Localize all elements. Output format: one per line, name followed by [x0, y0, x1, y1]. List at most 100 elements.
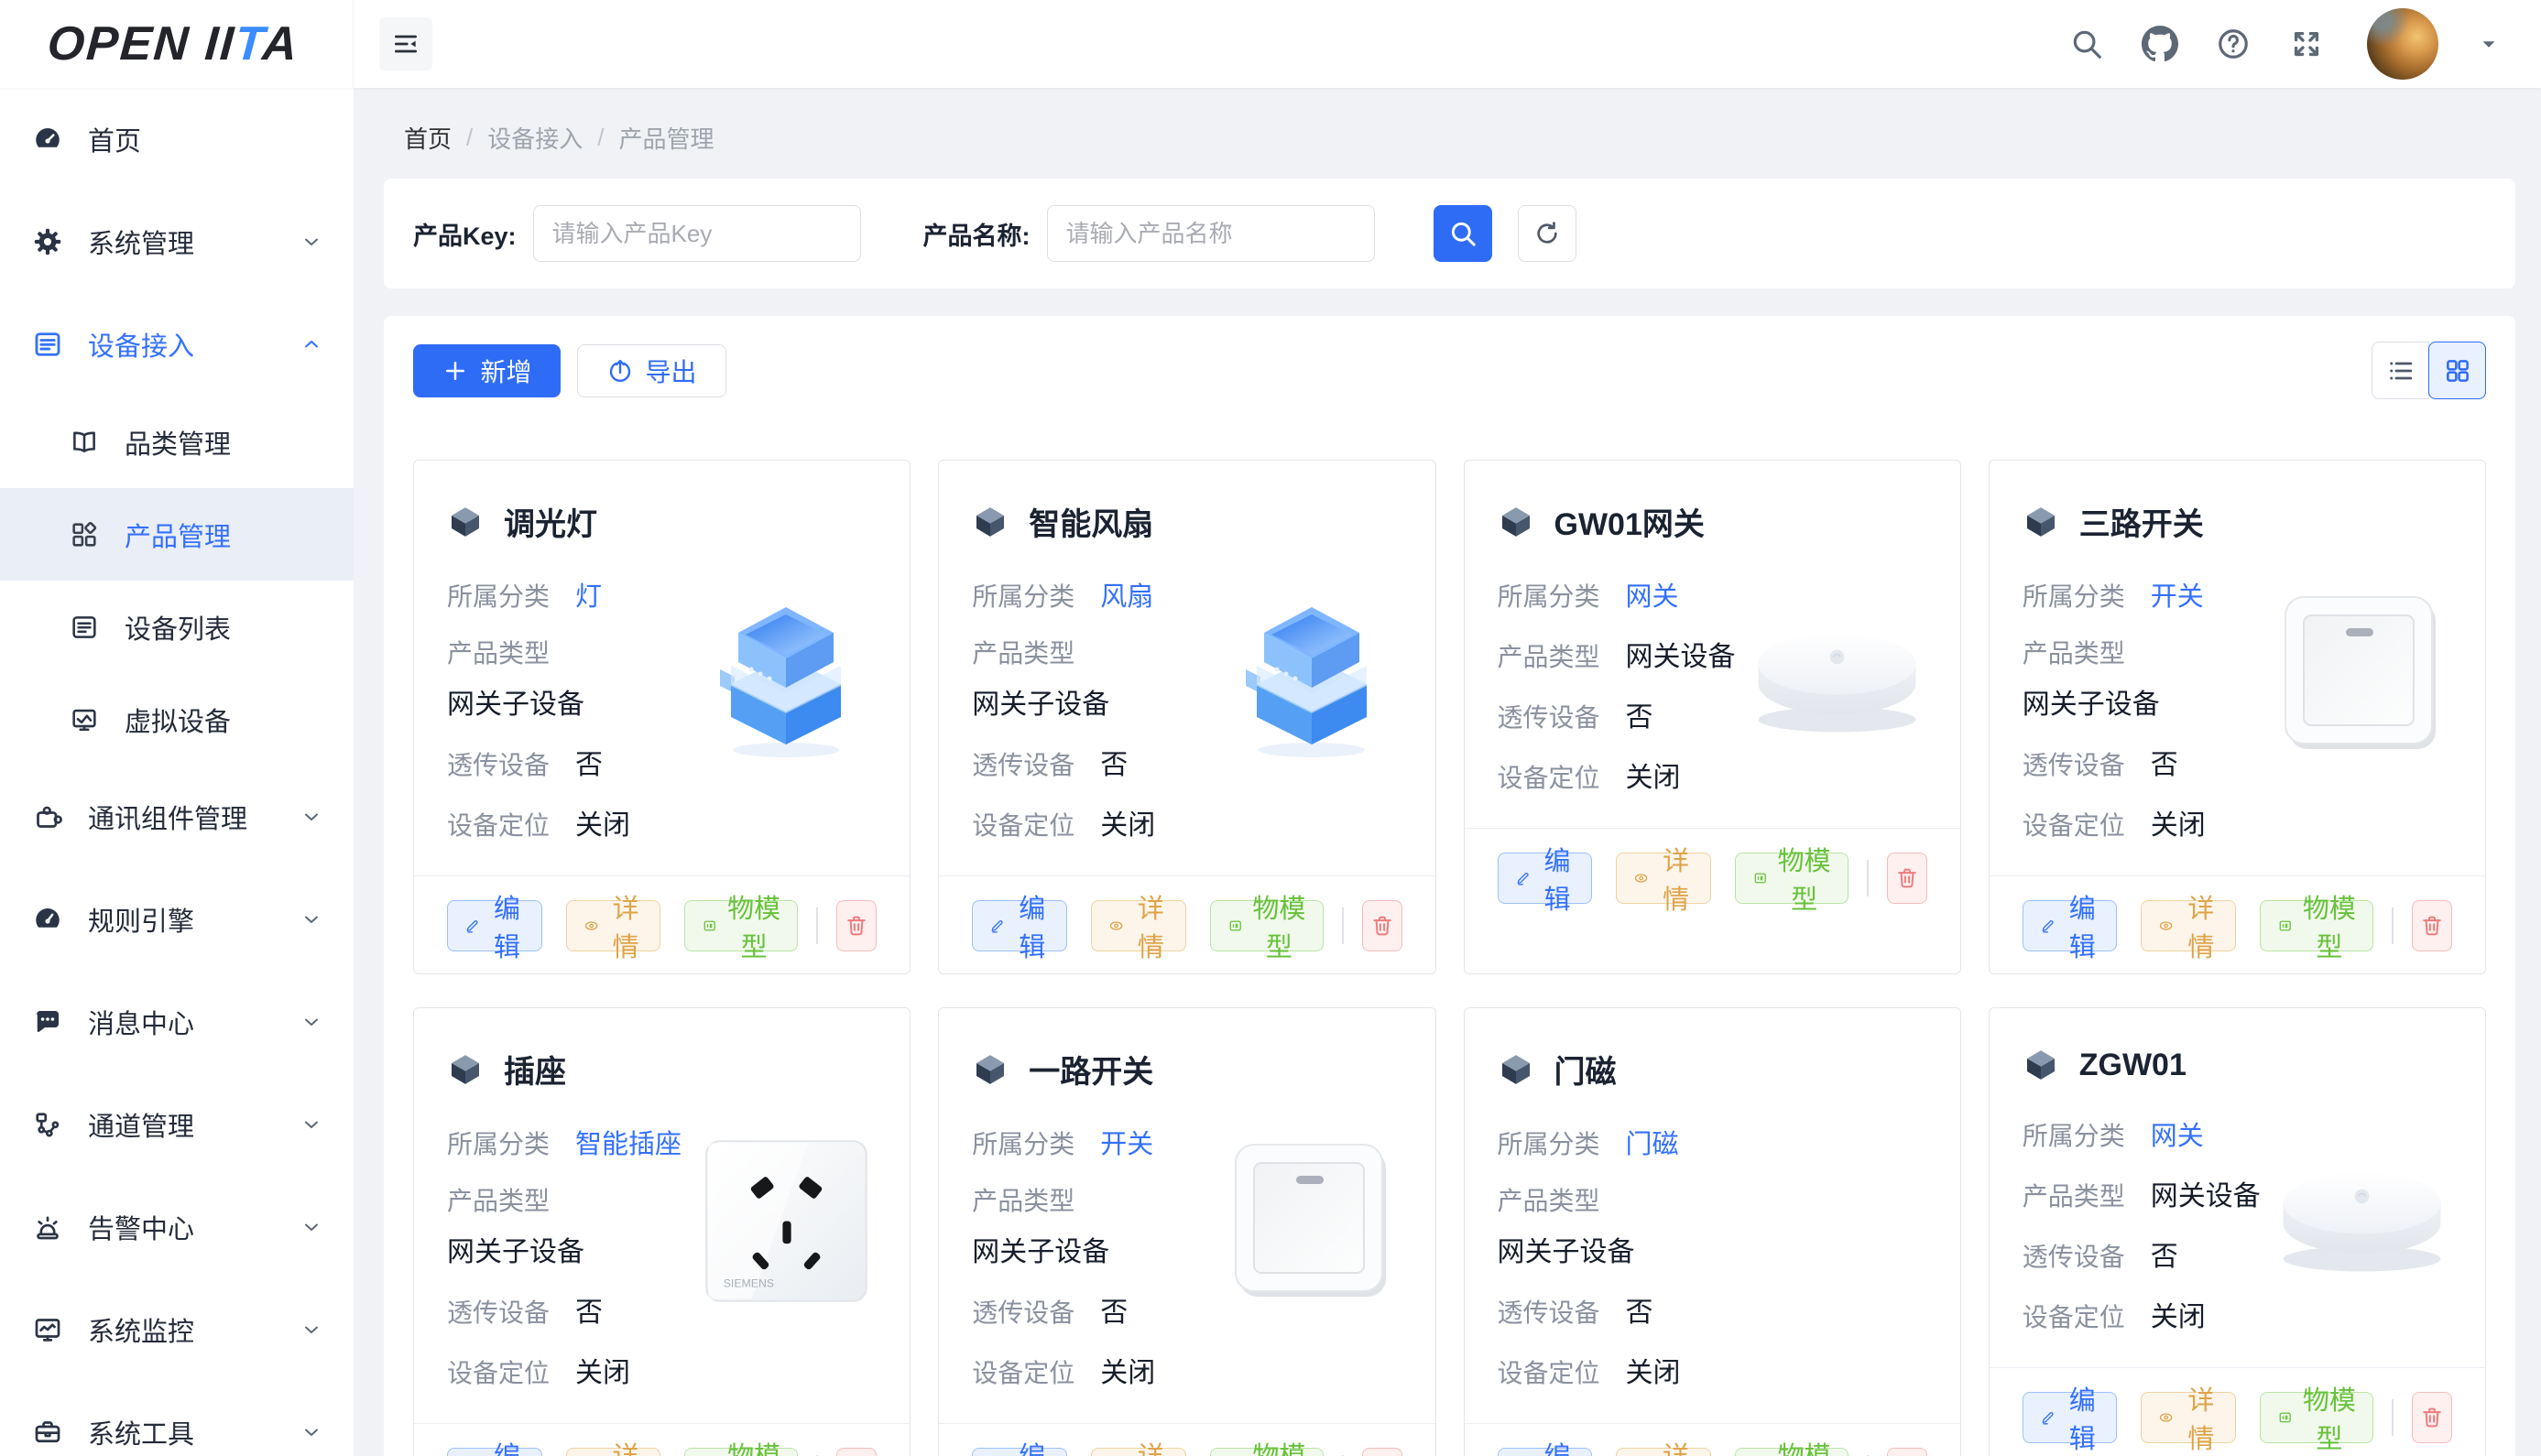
detail-button[interactable]: 详情: [566, 900, 661, 951]
sidebar-item-channel-management[interactable]: 通道管理: [0, 1073, 354, 1176]
delete-button[interactable]: [2412, 900, 2452, 951]
logo-text: OPEN IITA: [46, 16, 300, 71]
thing-model-button[interactable]: 物模型: [1735, 1448, 1848, 1456]
category-link[interactable]: 智能插座: [575, 1123, 682, 1161]
product-key-label: 产品Key:: [413, 216, 517, 252]
user-avatar[interactable]: [2367, 8, 2438, 80]
edit-button[interactable]: 编辑: [972, 900, 1067, 951]
model-box-icon: [1752, 866, 1768, 890]
detail-button[interactable]: 详情: [1616, 853, 1711, 904]
detail-button[interactable]: 详情: [2141, 900, 2236, 951]
product-key-input[interactable]: [533, 205, 861, 262]
trash-icon: [2419, 1405, 2445, 1430]
delete-button[interactable]: [836, 900, 877, 951]
edit-button[interactable]: 编辑: [1498, 1448, 1593, 1456]
edit-button[interactable]: 编辑: [2023, 1392, 2118, 1443]
edit-button[interactable]: 编辑: [972, 1448, 1067, 1456]
search-button[interactable]: [1434, 205, 1492, 262]
user-menu-caret-icon[interactable]: [2477, 32, 2501, 56]
delete-button[interactable]: [1362, 900, 1402, 951]
help-icon[interactable]: [2215, 26, 2252, 62]
edit-button[interactable]: 编辑: [1498, 853, 1593, 904]
sidebar-item-category-management[interactable]: 品类管理: [0, 396, 354, 488]
breadcrumb-home[interactable]: 首页: [404, 121, 452, 155]
gauge-icon: [27, 899, 68, 940]
thing-model-button[interactable]: 物模型: [1210, 900, 1324, 951]
edit-button[interactable]: 编辑: [2023, 900, 2118, 951]
product-cube-icon: [1498, 504, 1534, 540]
thing-model-button[interactable]: 物模型: [1735, 853, 1848, 904]
thing-model-button[interactable]: 物模型: [2260, 1392, 2373, 1443]
sidebar-item-device-list[interactable]: 设备列表: [0, 581, 354, 673]
github-icon[interactable]: [2142, 26, 2178, 62]
gear-icon: [27, 222, 68, 262]
detail-button[interactable]: 详情: [1091, 1448, 1186, 1456]
grid-view-button[interactable]: [2428, 342, 2486, 399]
category-link[interactable]: 开关: [2151, 575, 2204, 614]
actions-divider: [2392, 1399, 2394, 1436]
sidebar-item-rule-engine[interactable]: 规则引擎: [0, 868, 354, 971]
detail-button[interactable]: 详情: [1091, 900, 1186, 951]
search-icon: [1447, 218, 1478, 249]
refresh-button[interactable]: [1518, 205, 1576, 262]
delete-button[interactable]: [1362, 1448, 1402, 1456]
breadcrumb-device-access[interactable]: 设备接入: [487, 121, 583, 155]
delete-button[interactable]: [1887, 1448, 1927, 1456]
thing-model-button[interactable]: 物模型: [1210, 1448, 1324, 1456]
info-row-location: 设备定位关闭: [1498, 1350, 1927, 1390]
main-content: 首页 / 设备接入 / 产品管理 产品Key: 产品名称:: [354, 88, 2541, 1456]
sidebar-item-virtual-device[interactable]: 虚拟设备: [0, 673, 354, 766]
trash-icon: [844, 913, 869, 939]
sidebar-item-product-management[interactable]: 产品管理: [0, 488, 354, 581]
delete-button[interactable]: [1887, 853, 1927, 904]
sidebar-item-system-tools[interactable]: 系统工具: [0, 1381, 354, 1456]
card-actions: 编辑 详情 物模型: [1990, 1368, 2485, 1456]
detail-button[interactable]: 详情: [566, 1448, 661, 1456]
product-image-socket: SIEMENS: [690, 1125, 882, 1317]
search-icon[interactable]: [2068, 26, 2105, 62]
product-name-input[interactable]: [1047, 205, 1375, 262]
toolbox-icon: [27, 1412, 68, 1452]
chevron-down-icon: [300, 1114, 322, 1135]
detail-button[interactable]: 详情: [2141, 1392, 2236, 1443]
pencil-icon: [2040, 914, 2056, 938]
eye-icon: [583, 914, 599, 938]
list-view-button[interactable]: [2372, 342, 2429, 399]
category-link[interactable]: 网关: [1626, 575, 1679, 614]
sidebar-item-system-monitor[interactable]: 系统监控: [0, 1278, 354, 1381]
monitor-chart-icon: [27, 1309, 68, 1350]
model-box-icon: [1227, 914, 1243, 938]
info-row-passthrough: 透传设备否: [1498, 1289, 1927, 1330]
thing-model-button[interactable]: 物模型: [684, 900, 798, 951]
dashboard-icon: [27, 119, 68, 159]
sidebar-item-system-management[interactable]: 系统管理: [0, 190, 354, 293]
add-button[interactable]: 新增: [413, 344, 561, 397]
thing-model-button[interactable]: 物模型: [2260, 900, 2373, 951]
edit-button[interactable]: 编辑: [447, 900, 542, 951]
product-name: 三路开关: [2079, 499, 2204, 544]
category-link[interactable]: 门磁: [1626, 1123, 1679, 1161]
chevron-down-icon: [300, 806, 322, 828]
sidebar-collapse-button[interactable]: [379, 17, 432, 71]
category-link[interactable]: 网关: [2151, 1114, 2204, 1153]
export-button[interactable]: 导出: [577, 344, 726, 397]
fullscreen-icon[interactable]: [2288, 26, 2325, 62]
delete-button[interactable]: [836, 1448, 877, 1456]
category-link[interactable]: 风扇: [1100, 575, 1153, 614]
product-cube-icon: [972, 1051, 1009, 1088]
edit-button[interactable]: 编辑: [447, 1448, 542, 1456]
sidebar-item-alarm-center[interactable]: 告警中心: [0, 1176, 354, 1278]
product-card: 智能风扇 所属分类风扇 产品类型网关子设备 透传设备否 设备定位关闭 编辑: [938, 460, 1435, 974]
eye-icon: [1633, 866, 1649, 890]
sidebar-item-message-center[interactable]: 消息中心: [0, 971, 354, 1073]
sidebar-item-home[interactable]: 首页: [0, 88, 354, 190]
detail-button[interactable]: 详情: [1616, 1448, 1711, 1456]
category-link[interactable]: 开关: [1100, 1123, 1153, 1161]
sidebar-item-device-access[interactable]: 设备接入: [0, 293, 354, 396]
app-root: OPEN IITA: [0, 0, 2541, 1456]
category-link[interactable]: 灯: [575, 575, 602, 614]
thing-model-button[interactable]: 物模型: [684, 1448, 798, 1456]
delete-button[interactable]: [2412, 1392, 2452, 1443]
sidebar-item-communication-components[interactable]: 通讯组件管理: [0, 766, 354, 868]
info-row-location: 设备定位关闭: [447, 1350, 877, 1390]
